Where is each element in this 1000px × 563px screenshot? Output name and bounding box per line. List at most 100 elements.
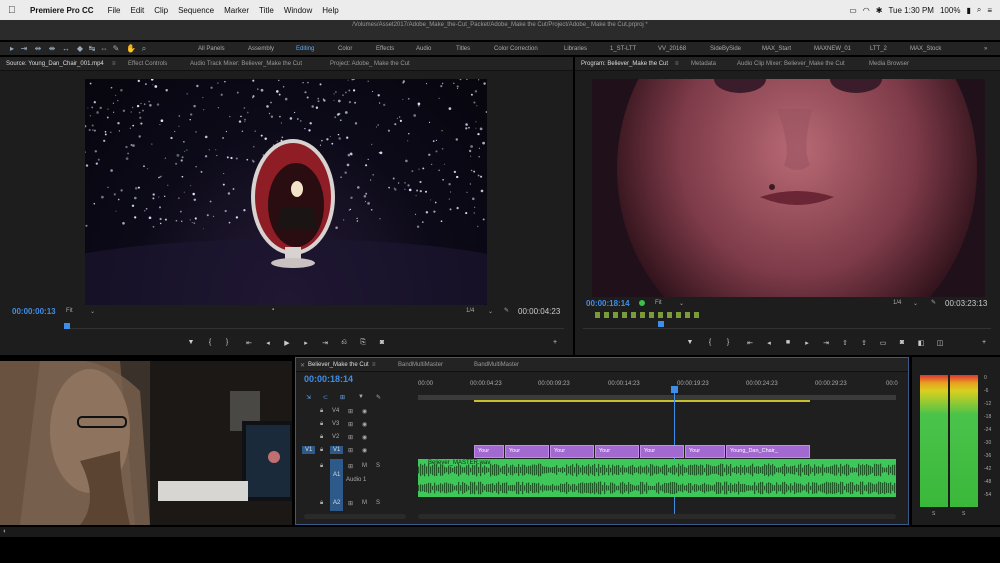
source-overwrite-icon[interactable]: ⎘ — [358, 339, 368, 347]
marker[interactable] — [649, 312, 654, 318]
source-resolution[interactable]: 1/4 — [466, 308, 474, 314]
source-add-marker-icon[interactable]: ▼ — [186, 339, 196, 346]
ripple-edit-icon[interactable]: ⇹ — [34, 45, 42, 53]
tab-audio-clip-mixer[interactable]: Audio Clip Mixer: Believer_Make the Cut — [737, 61, 845, 67]
razor-icon[interactable]: ◆ — [76, 45, 84, 53]
tab-audio-track-mixer[interactable]: Audio Track Mixer: Believer_Make the Cut — [190, 61, 302, 67]
video-clip[interactable]: Your — [640, 445, 684, 458]
lock-icon[interactable]: 🔒︎ — [320, 434, 323, 441]
source-play-icon[interactable]: ▶ — [282, 339, 292, 347]
selection-tool-icon[interactable]: ▸ — [8, 45, 16, 53]
menu-window[interactable]: Window — [284, 6, 312, 15]
video-clip[interactable]: Your — [595, 445, 639, 458]
meter-solo-left[interactable]: S — [932, 511, 935, 517]
pen-tool-icon[interactable]: ✎ — [112, 45, 120, 53]
source-playhead[interactable] — [64, 323, 70, 329]
marker[interactable] — [622, 312, 627, 318]
program-add-marker-icon[interactable]: ▼ — [685, 339, 695, 346]
timeline-playhead-handle[interactable] — [671, 386, 678, 393]
workspace-audio[interactable]: Audio — [416, 46, 431, 52]
program-playhead[interactable] — [658, 321, 664, 327]
solo-button[interactable]: S — [376, 463, 380, 469]
workspace-editing[interactable]: Editing — [296, 46, 314, 52]
menu-help[interactable]: Help — [322, 6, 338, 15]
linked-selection-icon[interactable]: ⊂ — [323, 394, 328, 401]
workspace-1st-ltt[interactable]: 1_ST-LTT — [610, 46, 636, 52]
program-goto-in-icon[interactable]: ⇤ — [745, 339, 755, 347]
menu-file[interactable]: File — [108, 6, 121, 15]
marker[interactable] — [595, 312, 600, 318]
lock-icon[interactable]: 🔒︎ — [320, 408, 323, 415]
slide-icon[interactable]: ⇔ — [100, 45, 108, 53]
source-mark-out-icon[interactable]: } — [222, 339, 232, 346]
marker[interactable] — [658, 312, 663, 318]
program-resolution[interactable]: 1/4 — [893, 300, 901, 306]
program-step-forward-icon[interactable]: ▸ — [802, 339, 812, 347]
timeline-h-scroll[interactable] — [418, 514, 896, 519]
mute-button[interactable]: M — [362, 463, 367, 469]
bluetooth-icon[interactable]: ✱ — [876, 6, 883, 15]
status-indicator-icon[interactable]: ◐ — [3, 528, 7, 535]
timeline-scrollbar[interactable] — [304, 514, 406, 519]
search-icon[interactable]: ⌕ — [977, 5, 981, 15]
rolling-edit-icon[interactable]: ⇼ — [48, 45, 56, 53]
timeline-ruler[interactable]: 00:00 00:00:04:23 00:00:09:23 00:00:14:2… — [418, 378, 898, 402]
mute-button[interactable]: M — [362, 500, 367, 506]
program-vr-icon[interactable]: ▭ — [878, 339, 888, 347]
video-clip[interactable]: Your — [685, 445, 725, 458]
marker[interactable] — [676, 312, 681, 318]
eye-icon[interactable]: ◉ — [362, 408, 367, 415]
marker[interactable] — [694, 312, 699, 318]
source-insert-icon[interactable]: ⎌ — [339, 339, 349, 347]
menu-list-icon[interactable]: ≡ — [987, 6, 992, 15]
apple-icon[interactable]:  — [8, 5, 20, 16]
source-export-frame-icon[interactable]: ◙ — [377, 339, 387, 346]
source-wrench-icon[interactable]: ✎ — [504, 307, 509, 314]
nest-icon[interactable]: ⊞ — [340, 394, 345, 401]
marker[interactable] — [613, 312, 618, 318]
tab-sequence-believer[interactable]: Believer_Make the Cut — [308, 362, 369, 368]
video-clip[interactable]: Your — [550, 445, 594, 458]
workspace-max-stock[interactable]: MAX_Stock — [910, 46, 941, 52]
marker[interactable] — [640, 312, 645, 318]
tab-source[interactable]: Source: Young_Dan_Chair_001.mp4 — [6, 61, 104, 67]
program-scrubber[interactable] — [583, 319, 991, 329]
eye-icon[interactable]: ◉ — [362, 447, 367, 454]
source-step-forward-icon[interactable]: ▸ — [301, 339, 311, 347]
workspace-titles[interactable]: Titles — [456, 46, 470, 52]
source-goto-in-icon[interactable]: ⇤ — [244, 339, 254, 347]
workspace-color[interactable]: Color — [338, 46, 352, 52]
toggle-sync-icon[interactable]: ⊞ — [348, 408, 353, 415]
source-fit-chevron-icon[interactable]: ⌄ — [90, 308, 95, 315]
meter-solo-right[interactable]: S — [962, 511, 965, 517]
track-label-v1[interactable]: V1 — [330, 446, 344, 454]
timeline-settings-icon[interactable]: ✎ — [376, 394, 381, 401]
video-clip[interactable]: Your — [474, 445, 504, 458]
workspace-all-panels[interactable]: All Panels — [198, 46, 225, 52]
program-panel-menu-icon[interactable]: ≡ — [675, 61, 679, 67]
workspace-libraries[interactable]: Libraries — [564, 46, 587, 52]
source-add-button-icon[interactable]: + — [550, 339, 560, 346]
timeline-panel-menu-icon[interactable]: ≡ — [372, 362, 376, 368]
workspace-ltt2[interactable]: LTT_2 — [870, 46, 887, 52]
zoom-tool-icon[interactable]: ⌕ — [140, 45, 148, 53]
lock-icon[interactable]: 🔒︎ — [320, 421, 323, 428]
workspace-maxnew[interactable]: MAXNEW_01 — [814, 46, 851, 52]
workspace-assembly[interactable]: Assembly — [248, 46, 274, 52]
marker[interactable] — [604, 312, 609, 318]
program-step-back-icon[interactable]: ◂ — [764, 339, 774, 347]
tab-effect-controls[interactable]: Effect Controls — [128, 61, 167, 67]
program-goto-out-icon[interactable]: ⇥ — [821, 339, 831, 347]
program-wrench-icon[interactable]: ✎ — [931, 299, 936, 306]
wifi-icon[interactable]: ◠ — [863, 6, 870, 15]
source-mark-in-icon[interactable]: { — [205, 339, 215, 346]
eye-icon[interactable]: ◉ — [362, 434, 367, 441]
marker[interactable] — [631, 312, 636, 318]
display-icon[interactable]: ▭ — [849, 6, 857, 15]
workspace-effects[interactable]: Effects — [376, 46, 394, 52]
menu-title[interactable]: Title — [259, 6, 274, 15]
tab-media-browser[interactable]: Media Browser — [869, 61, 909, 67]
program-export-frame-icon[interactable]: ◙ — [897, 339, 907, 346]
toggle-sync-icon[interactable]: ⊞ — [348, 434, 353, 441]
more-workspaces-icon[interactable]: » — [984, 46, 987, 52]
